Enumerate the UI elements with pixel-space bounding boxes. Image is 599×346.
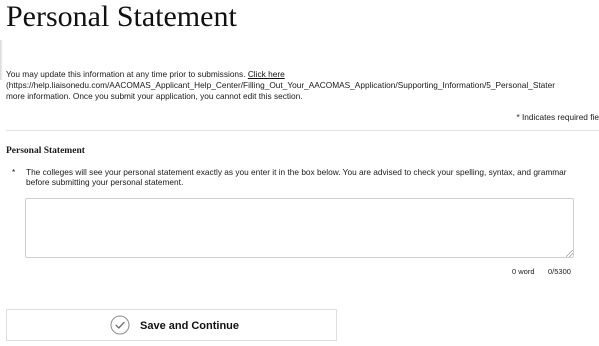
section-divider — [6, 130, 599, 131]
help-link[interactable]: Click here — [248, 69, 285, 79]
left-edge-shadow — [0, 40, 3, 80]
page-title: Personal Statement — [6, 0, 237, 33]
textarea-resize-handle[interactable] — [566, 250, 573, 257]
section-title: Personal Statement — [6, 146, 85, 156]
info-text-after-link: more information. Once you submit your a… — [6, 91, 303, 101]
required-fields-note: * Indicates required fie — [516, 112, 599, 122]
help-link-url[interactable]: (https://help.liaisonedu.com/AACOMAS_App… — [6, 80, 599, 91]
save-and-continue-button[interactable]: Save and Continue — [6, 309, 337, 341]
info-text-before-link: You may update this information at any t… — [6, 69, 248, 79]
question-prompt: * The colleges will see your personal st… — [12, 167, 572, 187]
save-button-label: Save and Continue — [140, 320, 240, 332]
question-text: The colleges will see your personal stat… — [26, 167, 567, 187]
personal-statement-textarea[interactable] — [25, 198, 574, 258]
checkmark-circle-icon — [110, 315, 130, 335]
info-paragraph: You may update this information at any t… — [6, 69, 599, 102]
character-count: 0/5300 — [548, 267, 571, 276]
info-line-1: You may update this information at any t… — [6, 69, 599, 80]
word-count: 0 word — [512, 267, 535, 276]
required-asterisk: * — [12, 167, 16, 177]
